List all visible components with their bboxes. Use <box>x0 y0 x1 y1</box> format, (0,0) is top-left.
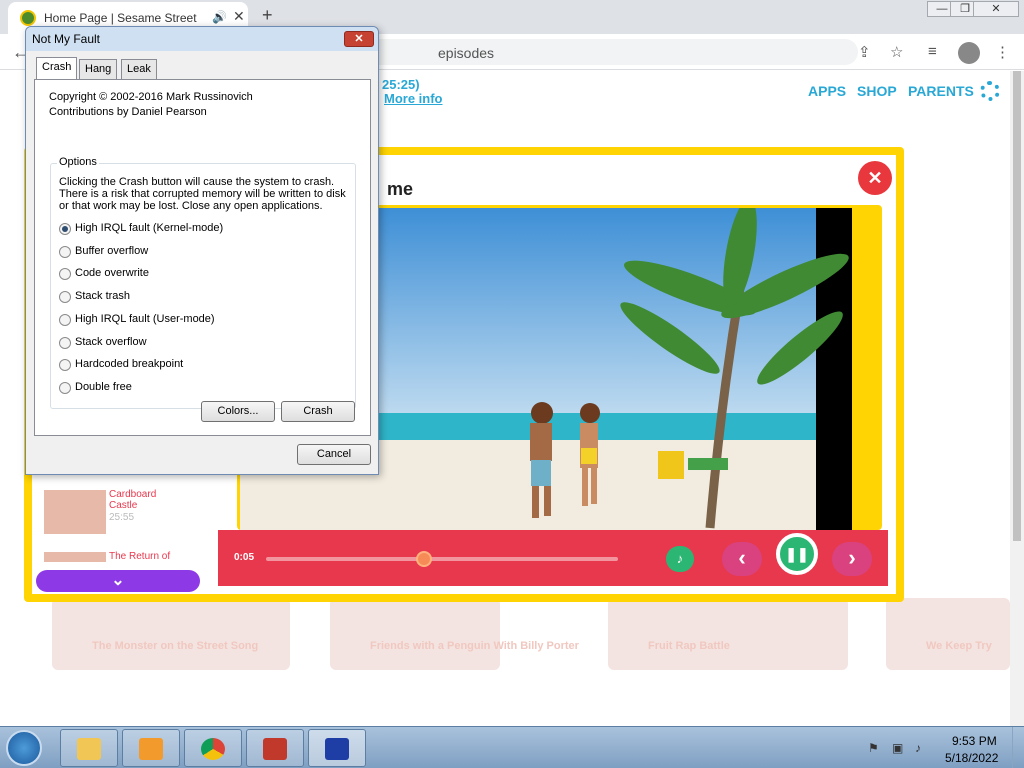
dialog-close-button[interactable]: ✕ <box>344 31 374 47</box>
playlist-item-duration: 25:55 <box>109 512 135 523</box>
windows-taskbar: ⚑ ▣ ♪ 9:53 PM 5/18/2022 <box>0 726 1024 768</box>
pause-button[interactable]: ❚❚ <box>776 533 818 575</box>
clock-date[interactable]: 5/18/2022 <box>945 751 998 765</box>
bookmark-star-icon[interactable]: ☆ <box>890 43 903 61</box>
omnibox-text: episodes <box>438 45 495 61</box>
option-label: Stack trash <box>75 290 131 302</box>
previous-button[interactable]: ‹ <box>722 542 762 576</box>
network-icon[interactable]: ▣ <box>892 741 906 755</box>
options-label: Options <box>57 156 99 168</box>
radio-button[interactable] <box>59 268 71 280</box>
nav-apps[interactable]: APPS <box>808 83 846 99</box>
tab-close-icon[interactable]: ✕ <box>233 8 245 25</box>
video-tile[interactable]: The Monster on the Street Song <box>52 598 290 670</box>
video-tile-label: The Monster on the Street Song <box>92 640 259 652</box>
media-player-icon <box>139 738 163 760</box>
action-center-icon[interactable]: ⚑ <box>868 741 882 755</box>
start-button-icon[interactable] <box>6 730 42 766</box>
radio-button[interactable] <box>59 291 71 303</box>
option-label: High IRQL fault (User-mode) <box>75 313 215 325</box>
options-description: Clicking the Crash button will cause the… <box>59 176 346 212</box>
toolbox-icon <box>263 738 287 760</box>
video-tile[interactable]: We Keep Try <box>886 598 1010 670</box>
radio-button[interactable] <box>59 223 71 235</box>
not-my-fault-dialog: Not My Fault ✕ Crash Hang Leak Copyright… <box>25 26 379 475</box>
taskbar-toolbox[interactable] <box>246 729 304 767</box>
profile-avatar-icon[interactable] <box>958 42 980 64</box>
sesame-favicon-icon <box>20 10 36 26</box>
nav-parents[interactable]: PARENTS <box>908 83 974 99</box>
copyright-text: Copyright © 2002-2016 Mark Russinovich <box>49 91 253 103</box>
scrollbar-thumb[interactable] <box>1013 71 1021 541</box>
close-window-button[interactable]: ✕ <box>973 1 1019 17</box>
tab-hang[interactable]: Hang <box>79 59 118 79</box>
option-label: Hardcoded breakpoint <box>75 358 184 370</box>
playlist-thumbnail <box>44 552 106 562</box>
media-control-icon[interactable]: ≡ <box>928 43 937 60</box>
taskbar-notmyfault[interactable] <box>308 729 366 767</box>
show-desktop-button[interactable] <box>1012 727 1024 768</box>
episode-duration: 25:25) <box>382 77 420 92</box>
video-tile-label: Friends with a Penguin With Billy Porter <box>370 640 579 652</box>
taskbar-media-player[interactable] <box>122 729 180 767</box>
tab-title: Home Page | Sesame Street <box>44 11 197 25</box>
cancel-button[interactable]: Cancel <box>297 444 371 465</box>
tab-crash[interactable]: Crash <box>36 57 78 80</box>
option-label: Buffer overflow <box>75 245 149 257</box>
modal-title: me <box>387 179 414 199</box>
seek-handle[interactable] <box>416 551 433 567</box>
seek-bar[interactable] <box>266 551 618 567</box>
taskbar-explorer[interactable] <box>60 729 118 767</box>
video-tile[interactable]: Friends with a Penguin With Billy Porter <box>330 598 579 670</box>
tab-leak[interactable]: Leak <box>121 59 157 79</box>
options-group: Options Clicking the Crash button will c… <box>50 156 356 409</box>
playlist-item-title: The Return of <box>109 551 171 562</box>
elapsed-time: 0:05 <box>234 552 255 563</box>
radio-button[interactable] <box>59 359 71 371</box>
radio-button[interactable] <box>59 337 71 349</box>
volume-tray-icon[interactable]: ♪ <box>915 741 929 755</box>
nav-shop[interactable]: SHOP <box>857 83 897 99</box>
option-label: Double free <box>75 381 132 393</box>
crash-tab-panel: Copyright © 2002-2016 Mark Russinovich C… <box>34 79 371 436</box>
scroll-down-button[interactable]: ⌄ <box>36 570 200 592</box>
taskbar-chrome[interactable] <box>184 729 242 767</box>
video-controls-bar: 0:05 ♪ ‹ ❚❚ › <box>218 530 888 586</box>
contributions-text: Contributions by Daniel Pearson <box>49 106 207 118</box>
radio-button[interactable] <box>59 246 71 258</box>
gear-icon[interactable] <box>980 81 1000 101</box>
video-tile-label: We Keep Try <box>926 640 992 652</box>
more-info-link[interactable]: More info <box>384 91 443 106</box>
option-label: Code overwrite <box>75 267 149 279</box>
radio-button[interactable] <box>59 382 71 394</box>
crash-button[interactable]: Crash <box>281 401 355 422</box>
next-button[interactable]: › <box>832 542 872 576</box>
playlist-thumbnail <box>44 490 106 534</box>
tab-audio-icon[interactable]: 🔊 <box>212 10 227 24</box>
notmyfault-icon <box>325 738 349 760</box>
colors-button[interactable]: Colors... <box>201 401 275 422</box>
volume-icon[interactable]: ♪ <box>666 546 694 572</box>
option-label: High IRQL fault (Kernel-mode) <box>75 222 224 234</box>
radio-button[interactable] <box>59 314 71 326</box>
dialog-title: Not My Fault <box>32 32 101 46</box>
option-label: Stack overflow <box>75 336 147 348</box>
new-tab-button[interactable]: + <box>262 5 273 26</box>
page-scrollbar[interactable] <box>1010 71 1024 726</box>
folder-icon <box>77 738 101 760</box>
menu-kebab-icon[interactable]: ⋮ <box>995 43 1010 61</box>
video-tile[interactable]: Fruit Rap Battle <box>608 598 848 670</box>
modal-close-button[interactable]: ✕ <box>858 161 892 195</box>
share-icon[interactable]: ⇪ <box>858 43 871 61</box>
dialog-titlebar[interactable]: Not My Fault ✕ <box>26 27 378 51</box>
video-tile-label: Fruit Rap Battle <box>648 640 730 652</box>
playlist-item-title: Cardboard Castle <box>109 489 157 511</box>
clock-time[interactable]: 9:53 PM <box>952 734 997 748</box>
chrome-icon <box>201 738 225 760</box>
playlist-item[interactable]: Cardboard Castle 25:55 <box>36 482 201 540</box>
